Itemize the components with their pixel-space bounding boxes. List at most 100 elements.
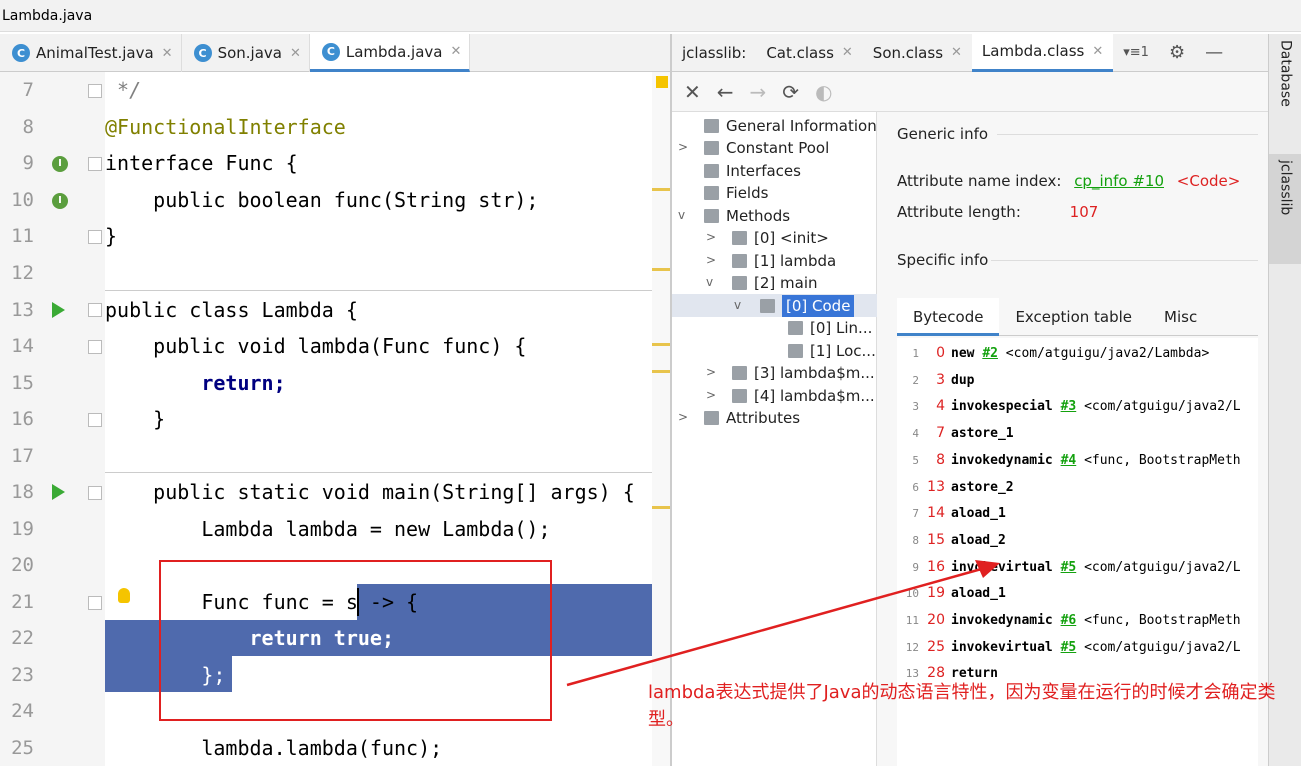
run-icon[interactable] bbox=[52, 484, 65, 500]
code-line[interactable]: public boolean func(String str); bbox=[105, 182, 538, 218]
tree-item-method-main[interactable]: [2] main bbox=[732, 272, 818, 294]
close-icon[interactable]: ✕ bbox=[450, 44, 461, 59]
bytecode-row[interactable]: 5 8 invokedynamic #4 <func, BootstrapMeth bbox=[897, 447, 1240, 473]
run-icon[interactable] bbox=[52, 302, 65, 318]
fold-icon[interactable] bbox=[88, 340, 102, 354]
fold-icon[interactable] bbox=[88, 596, 102, 610]
code-line[interactable]: lambda.lambda(func); bbox=[105, 730, 442, 766]
fold-icon[interactable] bbox=[88, 84, 102, 98]
code-line[interactable]: @FunctionalInterface bbox=[105, 109, 346, 145]
code-line[interactable]: public void lambda(Func func) { bbox=[105, 328, 526, 364]
scroll-marker[interactable] bbox=[652, 188, 670, 191]
close-icon[interactable]: ✕ bbox=[290, 46, 301, 61]
bytecode-cp-link[interactable]: #2 bbox=[982, 346, 998, 361]
code-line[interactable]: public class Lambda { bbox=[105, 292, 358, 328]
chevron-right-icon[interactable]: > bbox=[706, 253, 716, 267]
scroll-marker[interactable] bbox=[652, 343, 670, 346]
scroll-marker[interactable] bbox=[652, 506, 670, 509]
folder-icon bbox=[704, 411, 719, 425]
tree-item-localvars[interactable]: [1] Loc... bbox=[788, 340, 876, 362]
fold-icon[interactable] bbox=[88, 303, 102, 317]
folder-icon bbox=[704, 141, 719, 155]
code-line[interactable]: } bbox=[105, 218, 117, 254]
implemented-icon[interactable]: I bbox=[52, 156, 68, 172]
inspection-status-icon[interactable] bbox=[656, 76, 668, 88]
code-line[interactable]: Lambda lambda = new Lambda(); bbox=[105, 511, 550, 547]
tree-item-method-init[interactable]: [0] <init> bbox=[732, 227, 829, 249]
tree-item-interfaces[interactable]: Interfaces bbox=[704, 160, 801, 182]
close-icon[interactable]: ✕ bbox=[162, 46, 173, 61]
chevron-right-icon[interactable]: > bbox=[678, 140, 688, 154]
chevron-right-icon[interactable]: > bbox=[706, 365, 716, 379]
minimize-icon[interactable]: — bbox=[1195, 34, 1233, 72]
forward-arrow-icon[interactable]: → bbox=[750, 80, 767, 104]
tab-lambda-java[interactable]: C Lambda.java ✕ bbox=[309, 34, 471, 72]
tree-item-method-lambda[interactable]: [1] lambda bbox=[732, 250, 836, 272]
bytecode-row[interactable]: 7 14 aload_1 bbox=[897, 500, 1005, 526]
bytecode-row[interactable]: 10 19 aload_1 bbox=[897, 580, 1006, 606]
tab-son-java[interactable]: C Son.java ✕ bbox=[182, 34, 310, 72]
tree-item-fields[interactable]: Fields bbox=[704, 182, 768, 204]
bytecode-row[interactable]: 9 16 invokevirtual #5 <com/atguigu/java2/L bbox=[897, 554, 1240, 580]
tree-item-method-lambda3[interactable]: [3] lambda$m... bbox=[732, 362, 875, 384]
database-tool-tab[interactable]: Database bbox=[1269, 34, 1301, 152]
code-line[interactable]: return; bbox=[105, 365, 285, 401]
scroll-marker[interactable] bbox=[652, 370, 670, 373]
back-arrow-icon[interactable]: ← bbox=[717, 80, 734, 104]
bytecode-row[interactable]: 4 7 astore_1 bbox=[897, 420, 1013, 446]
close-icon[interactable]: ✕ bbox=[951, 45, 962, 60]
chevron-right-icon[interactable]: > bbox=[678, 410, 688, 424]
cp-info-link[interactable]: cp_info #10 bbox=[1074, 172, 1164, 190]
tree-item-constant-pool[interactable]: Constant Pool bbox=[704, 137, 829, 159]
chevron-right-icon[interactable]: > bbox=[706, 388, 716, 402]
tree-item-method-lambda4[interactable]: [4] lambda$m... bbox=[732, 385, 875, 407]
code-line[interactable]: } bbox=[105, 401, 165, 437]
editor-scrollbar[interactable] bbox=[652, 72, 670, 766]
chevron-down-icon[interactable]: v bbox=[734, 298, 741, 312]
fold-icon[interactable] bbox=[88, 230, 102, 244]
tab-misc[interactable]: Misc bbox=[1148, 298, 1213, 336]
bytecode-cp-link[interactable]: #3 bbox=[1061, 399, 1077, 414]
code-line[interactable]: interface Func { bbox=[105, 145, 298, 181]
tab-exception-table[interactable]: Exception table bbox=[999, 298, 1148, 336]
code-line[interactable]: public static void main(String[] args) { bbox=[105, 474, 635, 510]
implemented-icon[interactable]: I bbox=[52, 193, 68, 209]
refresh-icon[interactable]: ⟳ bbox=[782, 80, 799, 104]
bytecode-row[interactable]: 6 13 astore_2 bbox=[897, 474, 1013, 500]
chevron-down-icon[interactable]: v bbox=[678, 208, 685, 222]
bytecode-cp-link[interactable]: #5 bbox=[1061, 640, 1077, 655]
gear-icon[interactable]: ⚙ bbox=[1159, 34, 1195, 72]
tab-bytecode[interactable]: Bytecode bbox=[897, 297, 1000, 336]
bytecode-cp-link[interactable]: #6 bbox=[1061, 613, 1077, 628]
close-icon[interactable]: ✕ bbox=[842, 45, 853, 60]
tab-son-class[interactable]: Son.class ✕ bbox=[863, 34, 972, 72]
bytecode-row[interactable]: 2 3 dup bbox=[897, 367, 974, 393]
tree-item-general[interactable]: General Information bbox=[704, 115, 877, 137]
tree-item-methods[interactable]: Methods bbox=[704, 205, 790, 227]
bytecode-cp-link[interactable]: #4 bbox=[1061, 453, 1077, 468]
bytecode-row[interactable]: 3 4 invokespecial #3 <com/atguigu/java2/L bbox=[897, 393, 1240, 419]
bytecode-row[interactable]: 1 0 new #2 <com/atguigu/java2/Lambda> bbox=[897, 340, 1209, 366]
scroll-marker[interactable] bbox=[652, 268, 670, 271]
tree-item-code[interactable]: [0] Code bbox=[760, 295, 855, 317]
code-line[interactable]: */ bbox=[105, 72, 141, 108]
jclasslib-tool-tab[interactable]: jclasslib bbox=[1269, 154, 1301, 264]
fold-icon[interactable] bbox=[88, 486, 102, 500]
tree-item-linenumbers[interactable]: [0] Lin... bbox=[788, 317, 872, 339]
fold-icon[interactable] bbox=[88, 413, 102, 427]
close-icon[interactable]: ✕ bbox=[1092, 44, 1103, 59]
close-icon[interactable]: ✕ bbox=[684, 80, 701, 104]
tab-lambda-class[interactable]: Lambda.class ✕ bbox=[971, 33, 1114, 72]
tree-item-attributes[interactable]: Attributes bbox=[704, 407, 800, 429]
web-icon[interactable]: ◐ bbox=[815, 80, 832, 104]
fold-icon[interactable] bbox=[88, 157, 102, 171]
tab-animaltest-java[interactable]: C AnimalTest.java ✕ bbox=[0, 34, 182, 72]
tab-cat-class[interactable]: Cat.class ✕ bbox=[756, 34, 862, 72]
chevron-down-icon[interactable]: v bbox=[706, 275, 713, 289]
tab-overflow-button[interactable]: ▾≡1 bbox=[1113, 34, 1159, 72]
bytecode-row[interactable]: 8 15 aload_2 bbox=[897, 527, 1005, 553]
bytecode-cp-link[interactable]: #5 bbox=[1061, 560, 1077, 575]
bytecode-row[interactable]: 11 20 invokedynamic #6 <func, BootstrapMet… bbox=[897, 607, 1241, 633]
bytecode-row[interactable]: 12 25 invokevirtual #5 <com/atguigu/java2/… bbox=[897, 634, 1241, 660]
chevron-right-icon[interactable]: > bbox=[706, 230, 716, 244]
